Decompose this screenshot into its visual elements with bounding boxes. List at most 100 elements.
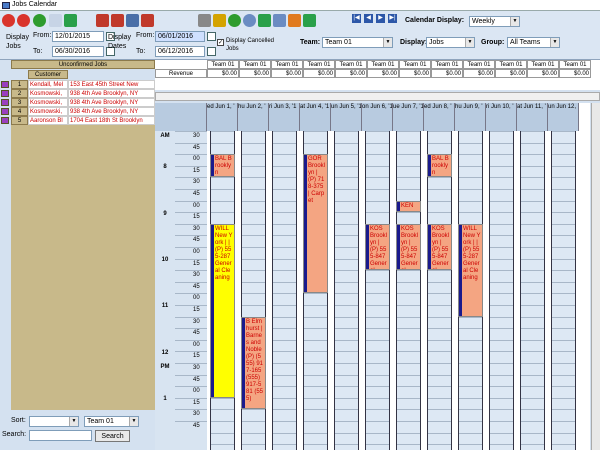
minute-label: 15 xyxy=(193,167,200,174)
calendar-month-icon[interactable] xyxy=(126,14,139,27)
slot-line xyxy=(428,363,451,364)
day-header[interactable]: hu Jun 2, ' xyxy=(238,103,269,131)
previous-icon[interactable]: ◀ xyxy=(364,14,373,23)
address-cell[interactable]: 153 East 45th Street New xyxy=(68,80,155,89)
list-item[interactable]: 1 Kendall, Mel 153 East 45th Street New xyxy=(0,80,155,89)
list-item[interactable]: 3 Kosmowski, 938 4th Ave Brooklyn, NY xyxy=(0,98,155,107)
slot-line xyxy=(552,444,575,446)
day-column[interactable] xyxy=(551,131,576,450)
export-icon[interactable] xyxy=(288,14,301,27)
day-header[interactable]: ed Jun 8, ' xyxy=(424,103,455,131)
slot-line xyxy=(552,281,575,283)
day-column[interactable] xyxy=(520,131,545,450)
search-button[interactable]: Search xyxy=(95,430,130,442)
appointment[interactable]: BAL Brooklyn xyxy=(210,154,235,178)
customer-cell[interactable]: Kosmowski, xyxy=(28,107,68,116)
edit-icon[interactable] xyxy=(213,14,226,27)
sort-select[interactable]: ▼ xyxy=(29,416,79,427)
customer-cell[interactable]: Kosmowski, xyxy=(28,89,68,98)
vertical-scrollbar[interactable] xyxy=(591,103,600,450)
display-cancelled-checkbox[interactable]: ✓ xyxy=(217,39,224,46)
address-cell[interactable]: 1704 East 18th St Brooklyn xyxy=(68,116,155,125)
appointment[interactable]: GOR Brooklyn | (P) 718-375 | Carpet xyxy=(303,154,328,294)
day-header[interactable]: un Jun 12, xyxy=(548,103,579,131)
group-select[interactable]: All Teams ▼ xyxy=(507,37,560,48)
slot-line xyxy=(335,444,358,446)
day-header[interactable]: ri Jun 10, ' xyxy=(486,103,517,131)
horizontal-scrollbar[interactable] xyxy=(155,92,600,101)
dates-from-input[interactable]: 06/01/2016 xyxy=(155,31,205,42)
day-header[interactable]: ri Jun 3, '1 xyxy=(269,103,300,131)
user-icon[interactable] xyxy=(243,14,256,27)
day-header[interactable]: at Jun 4, '1 xyxy=(300,103,331,131)
day-header[interactable]: ue Jun 7, '1 xyxy=(393,103,424,131)
day-column[interactable] xyxy=(396,131,421,450)
appointment[interactable]: BAL Brooklyn xyxy=(427,154,452,178)
day-header[interactable]: on Jun 6, '1 xyxy=(362,103,393,131)
exit-icon[interactable] xyxy=(303,14,316,27)
delete-icon[interactable] xyxy=(17,14,30,27)
slot-line xyxy=(490,363,513,364)
appointment[interactable]: KEN xyxy=(396,200,421,213)
address-cell[interactable]: 938 4th Ave Brooklyn, NY xyxy=(68,107,155,116)
confirm-icon[interactable] xyxy=(33,14,46,27)
calendar-icon[interactable] xyxy=(207,47,216,56)
calendar-icon[interactable] xyxy=(207,32,216,41)
appointment[interactable]: KOS Brooklyn | (P) 555-847 General xyxy=(396,223,421,271)
search-input[interactable] xyxy=(29,430,92,441)
bottom-team-select[interactable]: Team 01 ▼ xyxy=(84,416,139,427)
cancel-icon[interactable] xyxy=(2,14,15,27)
first-icon[interactable]: |◀ xyxy=(352,14,361,23)
slot-line xyxy=(490,328,513,330)
reload-icon[interactable] xyxy=(228,14,241,27)
calendar-display-select[interactable]: Weekly ▼ xyxy=(469,16,520,27)
day-header[interactable]: at Jun 11, ' xyxy=(517,103,548,131)
address-cell[interactable]: 938 4th Ave Brooklyn, NY xyxy=(68,89,155,98)
customer-cell[interactable]: Aaronson Bl xyxy=(28,116,68,125)
list-item[interactable]: 2 Kosmowski, 938 4th Ave Brooklyn, NY xyxy=(0,89,155,98)
team-icon[interactable] xyxy=(258,14,271,27)
day-column[interactable] xyxy=(272,131,297,450)
appointment[interactable]: KOS Brooklyn | (P) 555-847 General xyxy=(427,223,452,271)
calendar-day-icon[interactable] xyxy=(141,14,154,27)
slot-line xyxy=(428,328,451,330)
slot-line xyxy=(397,189,420,190)
day-header[interactable]: hu Jun 9, ' xyxy=(455,103,486,131)
slot-line xyxy=(175,305,207,306)
revenue-strip: Revenue Team 01 $0.00 Team 01 $0.00 Team 01 $… xyxy=(155,60,600,90)
grid-icon[interactable] xyxy=(273,14,286,27)
list-item[interactable]: 5 Aaronson Bl 1704 East 18th St Brooklyn xyxy=(0,116,155,125)
appointment[interactable]: KOS Brooklyn | (P) 555-847 General xyxy=(365,223,390,271)
last-icon[interactable]: ▶| xyxy=(388,14,397,23)
appointment[interactable]: WILL New York | | (P) 555-287 General Cl… xyxy=(210,223,235,398)
customer-column-header[interactable]: Customer xyxy=(28,70,68,79)
dates-to-input[interactable]: 06/12/2016 xyxy=(155,46,205,57)
customer-cell[interactable]: Kosmowski, xyxy=(28,98,68,107)
swap-icon[interactable] xyxy=(64,14,77,27)
refresh-icon[interactable] xyxy=(49,14,62,27)
appointment[interactable]: WILL New York | | (P) 555-287 General Cl… xyxy=(458,223,483,317)
day-header[interactable]: ed Jun 1, ' xyxy=(207,103,238,131)
minute-label: 15 xyxy=(193,399,200,406)
day-column[interactable] xyxy=(427,131,452,450)
calendar-x-icon[interactable] xyxy=(96,14,109,27)
day-column[interactable] xyxy=(334,131,359,450)
jobs-from-input[interactable]: 12/01/2015 xyxy=(52,31,104,42)
address-cell[interactable]: 938 4th Ave Brooklyn, NY xyxy=(68,98,155,107)
slot-line xyxy=(242,223,265,225)
slot-line xyxy=(459,351,482,353)
appointment[interactable]: B Elmhurst | Barnes and Noble (P) (555) … xyxy=(241,316,266,410)
print-icon[interactable] xyxy=(198,14,211,27)
jobs-to-input[interactable]: 06/30/2016 xyxy=(52,46,104,57)
display-select[interactable]: Jobs ▼ xyxy=(426,37,475,48)
day-column[interactable] xyxy=(365,131,390,450)
minute-label: 15 xyxy=(193,353,200,360)
day-column[interactable] xyxy=(489,131,514,450)
next-icon[interactable]: ▶ xyxy=(376,14,385,23)
list-item[interactable]: 4 Kosmowski, 938 4th Ave Brooklyn, NY xyxy=(0,107,155,116)
slot-line xyxy=(490,421,513,422)
day-header[interactable]: un Jun 5, '1 xyxy=(331,103,362,131)
customer-cell[interactable]: Kendall, Mel xyxy=(28,80,68,89)
calendar-week-icon[interactable] xyxy=(111,14,124,27)
team-select[interactable]: Team 01 ▼ xyxy=(322,37,393,48)
